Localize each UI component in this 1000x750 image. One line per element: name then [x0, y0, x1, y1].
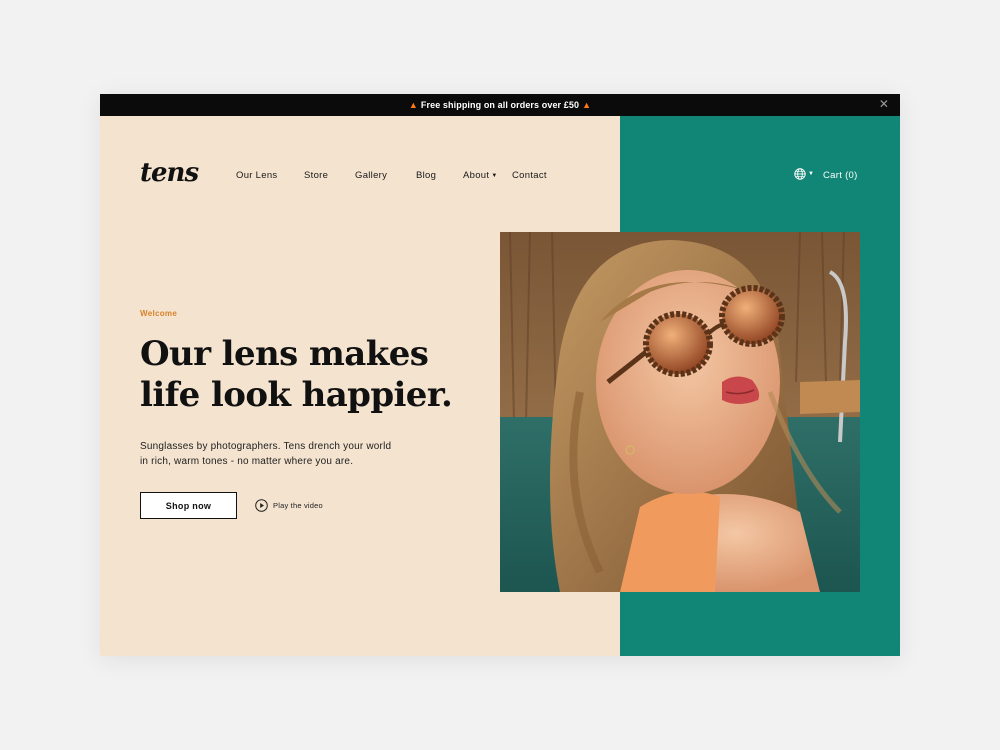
caret-down-icon: ▼ — [808, 171, 814, 177]
hero-eyebrow: Welcome — [140, 309, 178, 318]
hero-headline-line: life look happier. — [140, 375, 453, 415]
hero-headline: Our lens makes life look happier. — [140, 334, 500, 416]
nav-item-contact[interactable]: Contact — [512, 170, 547, 181]
hero-subtext-line: Sunglasses by photographers. Tens drench… — [140, 441, 392, 452]
nav-item-about[interactable]: About ▼ — [463, 170, 498, 181]
cart-link[interactable]: Cart (0) — [823, 170, 858, 181]
language-selector[interactable]: ▼ — [794, 168, 814, 180]
shop-now-button[interactable]: Shop now — [140, 492, 237, 519]
hero-subtext-line: in rich, warm tones - no matter where yo… — [140, 456, 354, 467]
announcement-text: Free shipping on all orders over £50 — [420, 100, 580, 110]
play-video-label: Play the video — [273, 501, 323, 510]
announcement-bar: ▲ Free shipping on all orders over £50 ▲… — [100, 94, 900, 116]
fire-icon: ▲ — [408, 100, 418, 110]
play-video-link[interactable]: Play the video — [255, 499, 323, 512]
globe-icon — [794, 168, 806, 180]
nav-item-blog[interactable]: Blog — [416, 170, 436, 181]
play-icon — [255, 499, 268, 512]
nav-item-gallery[interactable]: Gallery — [355, 170, 387, 181]
nav-item-about-label: About — [463, 170, 490, 181]
nav-item-store[interactable]: Store — [304, 170, 328, 181]
hero-headline-line: Our lens makes — [140, 334, 429, 374]
woman-sunglasses-image — [500, 232, 860, 592]
logo[interactable]: tens — [140, 158, 199, 188]
hero-subtext: Sunglasses by photographers. Tens drench… — [140, 439, 410, 469]
hero-photo — [500, 232, 860, 592]
caret-down-icon: ▼ — [491, 173, 498, 179]
nav-item-our-lens[interactable]: Our Lens — [236, 170, 277, 181]
fire-icon: ▲ — [582, 100, 592, 110]
page-frame: ▲ Free shipping on all orders over £50 ▲… — [100, 94, 900, 656]
close-icon[interactable]: ✕ — [878, 98, 890, 110]
